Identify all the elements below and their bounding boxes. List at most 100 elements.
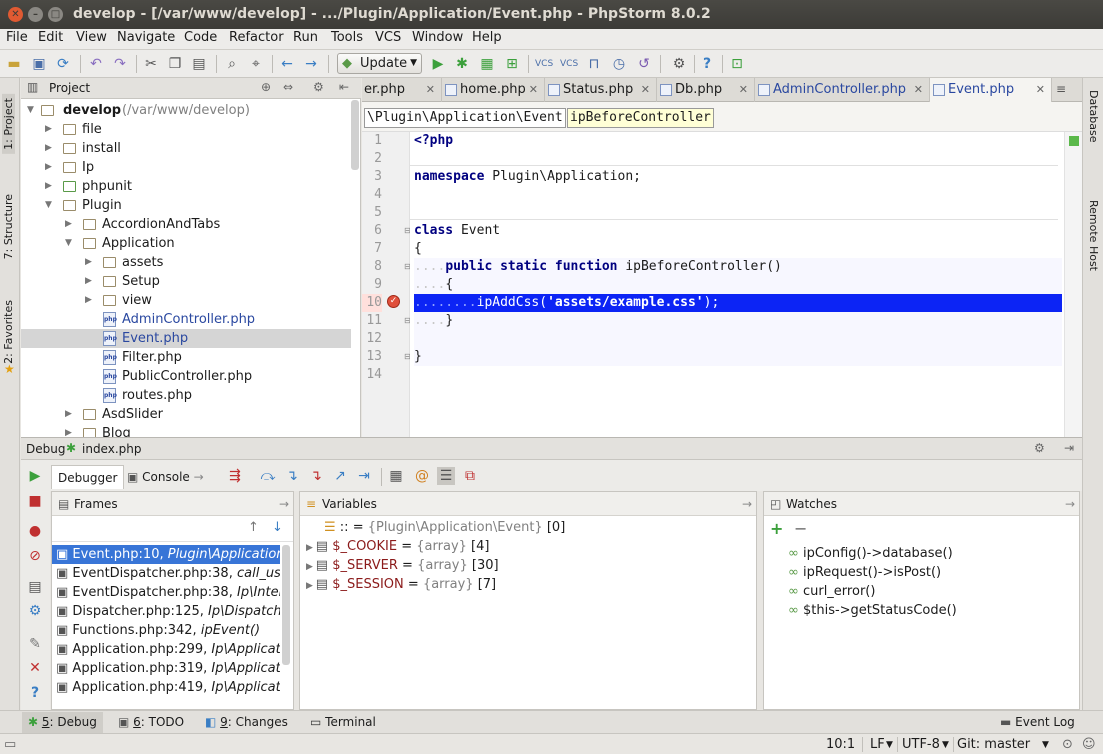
view-breakpoints-icon[interactable]: ● bbox=[27, 523, 43, 539]
save-all-icon[interactable]: ▣ bbox=[30, 55, 48, 73]
editor-tab[interactable]: Db.php ✕ bbox=[657, 78, 755, 102]
menu-view[interactable]: View bbox=[76, 30, 107, 45]
paste-icon[interactable]: ▤ bbox=[190, 55, 208, 73]
arrow-up-icon[interactable]: ↑ bbox=[248, 520, 259, 535]
vcs-revert-icon[interactable]: ↺ bbox=[635, 55, 653, 73]
tool-tab-favorites[interactable]: 2: Favorites bbox=[2, 300, 15, 364]
back-icon[interactable]: ← bbox=[278, 55, 296, 73]
tab-debugger[interactable]: Debugger bbox=[51, 465, 125, 489]
replace-icon[interactable]: ⌖ bbox=[247, 55, 265, 73]
variable-row[interactable]: ▶ ▤ $_COOKIE = {array} [4] bbox=[306, 537, 489, 556]
tree-item[interactable]: ▼ Plugin bbox=[21, 196, 351, 215]
lock-icon[interactable]: ⊙ bbox=[1062, 737, 1073, 752]
vcs-compare-icon[interactable]: ⊓ bbox=[585, 55, 603, 73]
frame-row[interactable]: ▣ Application.php:299, Ip\Application->h… bbox=[52, 640, 280, 659]
breakpoint-icon[interactable]: ✓ bbox=[387, 295, 400, 308]
tree-item[interactable]: ▶ view bbox=[21, 291, 351, 310]
menu-window[interactable]: Window bbox=[412, 30, 463, 45]
frame-row[interactable]: ▣ Dispatcher.php:125, Ip\Dispatcher->eve… bbox=[52, 602, 280, 621]
breadcrumb-method[interactable]: ipBeforeController bbox=[567, 108, 714, 128]
watch-row[interactable]: ∞ curl_error() bbox=[788, 582, 875, 601]
sync-icon[interactable]: ⟳ bbox=[54, 55, 72, 73]
watch-icon[interactable]: @ bbox=[413, 467, 431, 485]
pin-icon[interactable]: → bbox=[742, 492, 752, 516]
menu-run[interactable]: Run bbox=[293, 30, 318, 45]
tree-item[interactable]: ▶ AsdSlider bbox=[21, 405, 351, 424]
open-folder-icon[interactable]: ▬ bbox=[5, 55, 23, 73]
editor-scrollbar[interactable] bbox=[1064, 132, 1082, 437]
menu-help[interactable]: Help bbox=[472, 30, 502, 45]
redo-icon[interactable]: ↷ bbox=[111, 55, 129, 73]
pin-icon[interactable]: → bbox=[1065, 492, 1075, 516]
close-icon[interactable]: ✕ bbox=[529, 78, 538, 102]
tree-item[interactable]: php Filter.php bbox=[21, 348, 351, 367]
profile-icon[interactable]: ⊞ bbox=[503, 55, 521, 73]
menu-navigate[interactable]: Navigate bbox=[117, 30, 175, 45]
tree-item[interactable]: ▶ phpunit bbox=[21, 177, 351, 196]
debug-icon[interactable]: ✱ bbox=[453, 55, 471, 73]
tab-console[interactable]: ▣ Console → bbox=[121, 465, 210, 489]
frame-row[interactable]: ▣ Event.php:10, Plugin\Application\Event… bbox=[52, 545, 280, 564]
close-icon[interactable]: ✕ bbox=[27, 660, 43, 676]
tree-item[interactable]: ▶ assets bbox=[21, 253, 351, 272]
evaluate-expression-icon[interactable]: ▦ bbox=[387, 467, 405, 485]
panel-settings-icon[interactable]: ⚙ bbox=[1034, 441, 1045, 455]
project-scrollbar[interactable] bbox=[351, 100, 359, 170]
cut-icon[interactable]: ✂ bbox=[142, 55, 160, 73]
mute-breakpoints-icon[interactable]: ⊘ bbox=[27, 548, 43, 564]
plugin-icon[interactable]: ⊡ bbox=[728, 55, 746, 73]
tree-item[interactable]: ▶ Setup bbox=[21, 272, 351, 291]
arrow-down-icon[interactable]: ↓ bbox=[272, 520, 283, 535]
variable-row[interactable]: ▶ ▤ $_SERVER = {array} [30] bbox=[306, 556, 499, 575]
close-icon[interactable]: ✕ bbox=[426, 78, 435, 102]
tab-list-icon[interactable]: ≡ bbox=[1056, 82, 1066, 96]
frame-row[interactable]: ▣ EventDispatcher.php:38, call_user_func… bbox=[52, 564, 280, 583]
menu-vcs[interactable]: VCS bbox=[375, 30, 401, 45]
vcs-history-icon[interactable]: ◷ bbox=[610, 55, 628, 73]
caret-position[interactable]: 10:1 bbox=[826, 737, 855, 752]
undo-icon[interactable]: ↶ bbox=[87, 55, 105, 73]
minimize-window-button[interactable]: – bbox=[28, 7, 43, 22]
file-encoding[interactable]: UTF-8 bbox=[902, 737, 940, 752]
settings-icon[interactable]: ⚙ bbox=[27, 603, 43, 619]
tool-tab-todo[interactable]: ▣ 6: TODO bbox=[118, 715, 184, 729]
restore-layout-icon[interactable]: ⧉ bbox=[461, 467, 479, 485]
vcs-branch[interactable]: Git: master bbox=[957, 737, 1030, 752]
pin-icon[interactable]: → bbox=[279, 492, 289, 516]
tool-tab-remote-host[interactable]: Remote Host bbox=[1087, 200, 1100, 271]
vcs-commit-icon[interactable]: VCS bbox=[560, 55, 578, 73]
help-icon[interactable]: ? bbox=[27, 685, 43, 701]
tree-item[interactable]: ▶ file bbox=[21, 120, 351, 139]
breadcrumb-class[interactable]: \Plugin\Application\Event bbox=[364, 108, 566, 128]
vcs-update-icon[interactable]: VCS bbox=[535, 55, 553, 73]
line-separator[interactable]: LF bbox=[870, 737, 885, 752]
menu-code[interactable]: Code bbox=[184, 30, 217, 45]
editor-tab[interactable]: home.php ✕ bbox=[442, 78, 545, 102]
panel-settings-icon[interactable]: ⚙ bbox=[313, 80, 324, 94]
collapse-icon[interactable]: ⇔ bbox=[283, 80, 293, 94]
variable-row[interactable]: ☰ :: = {Plugin\Application\Event} [0] bbox=[324, 518, 565, 537]
close-icon[interactable]: ✕ bbox=[739, 78, 748, 102]
maximize-window-button[interactable]: □ bbox=[48, 7, 63, 22]
tree-item-selected[interactable]: php Event.php bbox=[21, 329, 351, 348]
force-step-into-icon[interactable]: ↴ bbox=[307, 467, 325, 485]
find-icon[interactable]: ⌕ bbox=[223, 55, 241, 73]
hide-panel-icon[interactable]: ⇤ bbox=[339, 80, 349, 94]
add-watch-icon[interactable]: + bbox=[770, 519, 783, 538]
tool-tab-debug[interactable]: ✱ 5: Debug bbox=[22, 712, 103, 733]
step-over-icon[interactable]: ⤼ bbox=[259, 467, 277, 485]
frame-row[interactable]: ▣ EventDispatcher.php:38, Ip\Internal\Ev… bbox=[52, 583, 280, 602]
tree-item[interactable]: ▶ AccordionAndTabs bbox=[21, 215, 351, 234]
step-out-icon[interactable]: ↗ bbox=[331, 467, 349, 485]
help-icon[interactable]: ? bbox=[698, 55, 716, 73]
frames-scrollbar[interactable] bbox=[282, 545, 290, 665]
editor-tab-active[interactable]: Event.php ✕ bbox=[930, 78, 1052, 102]
tree-item[interactable]: ▶ Blog bbox=[21, 424, 351, 437]
locate-icon[interactable]: ⊕ bbox=[261, 80, 271, 94]
close-icon[interactable]: ✕ bbox=[1036, 78, 1045, 102]
debug-config-name[interactable]: index.php bbox=[82, 442, 141, 456]
tree-item[interactable]: php AdminController.php bbox=[21, 310, 351, 329]
remove-watch-icon[interactable]: − bbox=[794, 519, 807, 538]
settings-icon[interactable]: ⚙ bbox=[670, 55, 688, 73]
close-icon[interactable]: ✕ bbox=[641, 78, 650, 102]
